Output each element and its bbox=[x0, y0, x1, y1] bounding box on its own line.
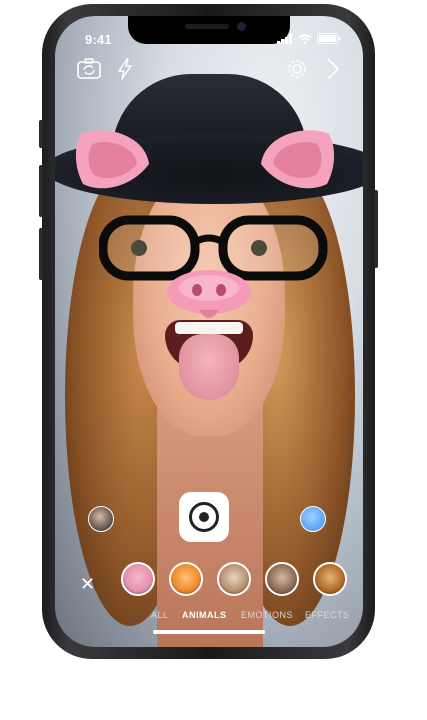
close-filters-button[interactable]: ✕ bbox=[80, 574, 95, 595]
battery-icon bbox=[317, 33, 341, 44]
camera-screen: 9:41 ✕ ALL ANIMALS EMOTIONS EFFECTS bbox=[55, 16, 363, 647]
tongue bbox=[179, 334, 239, 400]
front-camera bbox=[237, 22, 246, 31]
volume-down-button bbox=[39, 228, 43, 280]
pig-nose bbox=[167, 270, 251, 318]
pig-ear-right bbox=[261, 130, 335, 189]
chevron-right-icon[interactable] bbox=[321, 58, 345, 80]
settings-icon[interactable] bbox=[285, 58, 309, 80]
pig-filter-icon[interactable] bbox=[121, 562, 155, 596]
flash-icon[interactable] bbox=[113, 58, 137, 80]
wifi-icon bbox=[298, 33, 312, 44]
dog-filter-icon[interactable] bbox=[313, 562, 347, 596]
tab-all[interactable]: ALL bbox=[151, 610, 169, 620]
home-indicator[interactable] bbox=[153, 630, 265, 634]
status-icons bbox=[277, 33, 341, 44]
effect-preview-icon[interactable] bbox=[300, 506, 326, 532]
gallery-thumbnail[interactable] bbox=[88, 506, 114, 532]
switch-camera-icon[interactable] bbox=[77, 58, 101, 80]
filter-category-tabs: ALL ANIMALS EMOTIONS EFFECTS bbox=[55, 610, 363, 626]
tiger-filter-icon[interactable] bbox=[169, 562, 203, 596]
mute-switch bbox=[39, 120, 43, 148]
power-button bbox=[374, 190, 378, 268]
pig-ear-left bbox=[75, 130, 149, 189]
earpiece-speaker bbox=[185, 24, 229, 29]
deer-filter-icon[interactable] bbox=[217, 562, 251, 596]
shutter-dot bbox=[199, 512, 209, 522]
tab-effects[interactable]: EFFECTS bbox=[305, 610, 350, 620]
filter-carousel bbox=[121, 562, 351, 598]
notch bbox=[128, 16, 290, 44]
cellular-signal-icon bbox=[277, 33, 292, 44]
status-time: 9:41 bbox=[85, 32, 112, 47]
tab-animals[interactable]: ANIMALS bbox=[182, 610, 227, 620]
bear-filter-icon[interactable] bbox=[265, 562, 299, 596]
volume-up-button bbox=[39, 165, 43, 217]
shutter-button[interactable] bbox=[179, 492, 229, 542]
tab-emotions[interactable]: EMOTIONS bbox=[241, 610, 293, 620]
